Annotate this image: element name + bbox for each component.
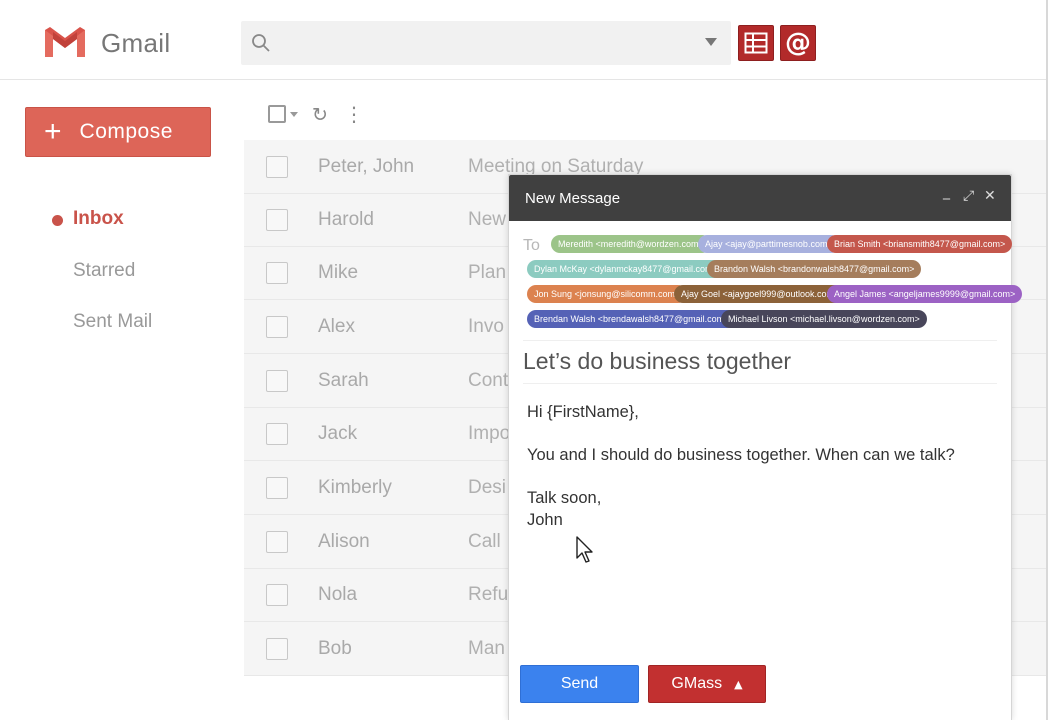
minimize-icon[interactable]: _ [943, 184, 950, 200]
recipient-chip[interactable]: Michael Livson <michael.livson@wordzen.c… [721, 310, 927, 328]
plus-icon: + [44, 115, 62, 148]
row-checkbox[interactable] [266, 209, 288, 231]
body-signature[interactable]: John [527, 511, 563, 530]
expand-icon[interactable]: ⤢ [963, 188, 974, 204]
search-icon[interactable] [251, 33, 271, 53]
divider [523, 340, 997, 341]
row-checkbox[interactable] [266, 477, 288, 499]
send-label: Send [560, 675, 599, 692]
to-label: To [523, 237, 540, 254]
more-options-icon[interactable]: ⋮ [344, 102, 364, 126]
row-checkbox[interactable] [266, 316, 288, 338]
recipient-chip[interactable]: Angel James <angeljames9999@gmail.com> [827, 285, 1023, 303]
row-subject: New [468, 209, 507, 230]
row-subject: Man [468, 638, 505, 659]
row-subject: Desi [468, 477, 507, 498]
recipient-chip[interactable]: Jon Sung <jonsung@silicomm.com> [527, 285, 688, 303]
row-sender: Alex [318, 316, 355, 337]
row-subject: Invo [468, 316, 504, 337]
body-greeting[interactable]: Hi {FirstName}, [527, 403, 639, 422]
active-indicator-dot-icon [52, 215, 63, 226]
recipient-chip[interactable]: Meredith <meredith@wordzen.com> [551, 235, 711, 253]
row-checkbox[interactable] [266, 531, 288, 553]
compose-label: Compose [79, 120, 173, 143]
chevron-up-icon[interactable]: ▲ [734, 678, 742, 691]
gmass-button[interactable]: GMass ▲ [648, 665, 766, 703]
mouse-pointer-icon [576, 536, 593, 563]
row-subject: Call [468, 531, 501, 552]
body-text[interactable]: You and I should do business together. W… [527, 446, 955, 465]
row-sender: Peter, John [318, 156, 415, 177]
sidebar-item-inbox[interactable]: Inbox [73, 208, 124, 230]
row-sender: Mike [318, 262, 359, 283]
compose-header[interactable]: New Message _ ⤢ ✕ [509, 175, 1011, 221]
row-checkbox[interactable] [266, 262, 288, 284]
refresh-icon[interactable]: ↻ [312, 104, 328, 126]
row-sender: Sarah [318, 370, 369, 391]
row-sender: Kimberly [318, 477, 392, 498]
search-options-chevron-down-icon[interactable] [705, 38, 717, 46]
recipient-chip[interactable]: Dylan McKay <dylanmckay8477@gmail.com> [527, 260, 725, 278]
compose-title: New Message [525, 190, 621, 207]
close-icon[interactable]: ✕ [984, 188, 996, 204]
select-all-checkbox[interactable] [268, 105, 286, 123]
sidebar-item-sent-mail[interactable]: Sent Mail [73, 311, 152, 333]
recipient-chip[interactable]: Brendan Walsh <brendawalsh8477@gmail.com… [527, 310, 737, 328]
body-closing[interactable]: Talk soon, [527, 489, 601, 508]
recipient-chip[interactable]: Ajay <ajay@parttimesnob.com> [698, 235, 840, 253]
recipient-chip[interactable]: Brandon Walsh <brandonwalsh8477@gmail.co… [707, 260, 922, 278]
divider [523, 383, 997, 384]
compose-button[interactable]: + Compose [25, 107, 211, 157]
send-button[interactable]: Send [520, 665, 639, 703]
row-sender: Alison [318, 531, 370, 552]
gmass-label: GMass [671, 675, 723, 692]
row-sender: Jack [318, 423, 358, 444]
row-sender: Bob [318, 638, 352, 659]
row-checkbox[interactable] [266, 638, 288, 660]
row-subject: Plan [468, 262, 507, 283]
email-at-button[interactable]: @ [780, 25, 816, 61]
row-sender: Harold [318, 209, 374, 230]
row-checkbox[interactable] [266, 584, 288, 606]
at-sign-icon: @ [785, 28, 811, 58]
row-checkbox[interactable] [266, 370, 288, 392]
row-subject: Refu [468, 584, 509, 605]
recipient-chip[interactable]: Brian Smith <briansmith8477@gmail.com> [827, 235, 1013, 253]
row-checkbox[interactable] [266, 156, 288, 178]
compose-window: New Message _ ⤢ ✕ To Meredith <meredith@… [508, 174, 1023, 720]
gmail-logo-icon[interactable] [44, 26, 86, 58]
search-bar[interactable] [241, 21, 731, 65]
row-checkbox[interactable] [266, 423, 288, 445]
recipient-chip[interactable]: Ajay Goel <ajaygoel999@outlook.com> [674, 285, 847, 303]
grid-icon [744, 32, 768, 54]
sidebar-item-starred[interactable]: Starred [73, 260, 135, 282]
subject-field[interactable]: Let’s do business together [523, 348, 791, 375]
row-sender: Nola [318, 584, 358, 605]
app-title: Gmail [101, 28, 171, 58]
spreadsheet-grid-button[interactable] [738, 25, 774, 61]
top-header: Gmail @ [0, 0, 1048, 80]
row-subject: Impo [468, 423, 511, 444]
select-options-chevron-down-icon[interactable] [290, 112, 298, 117]
row-subject: Cont [468, 370, 509, 391]
